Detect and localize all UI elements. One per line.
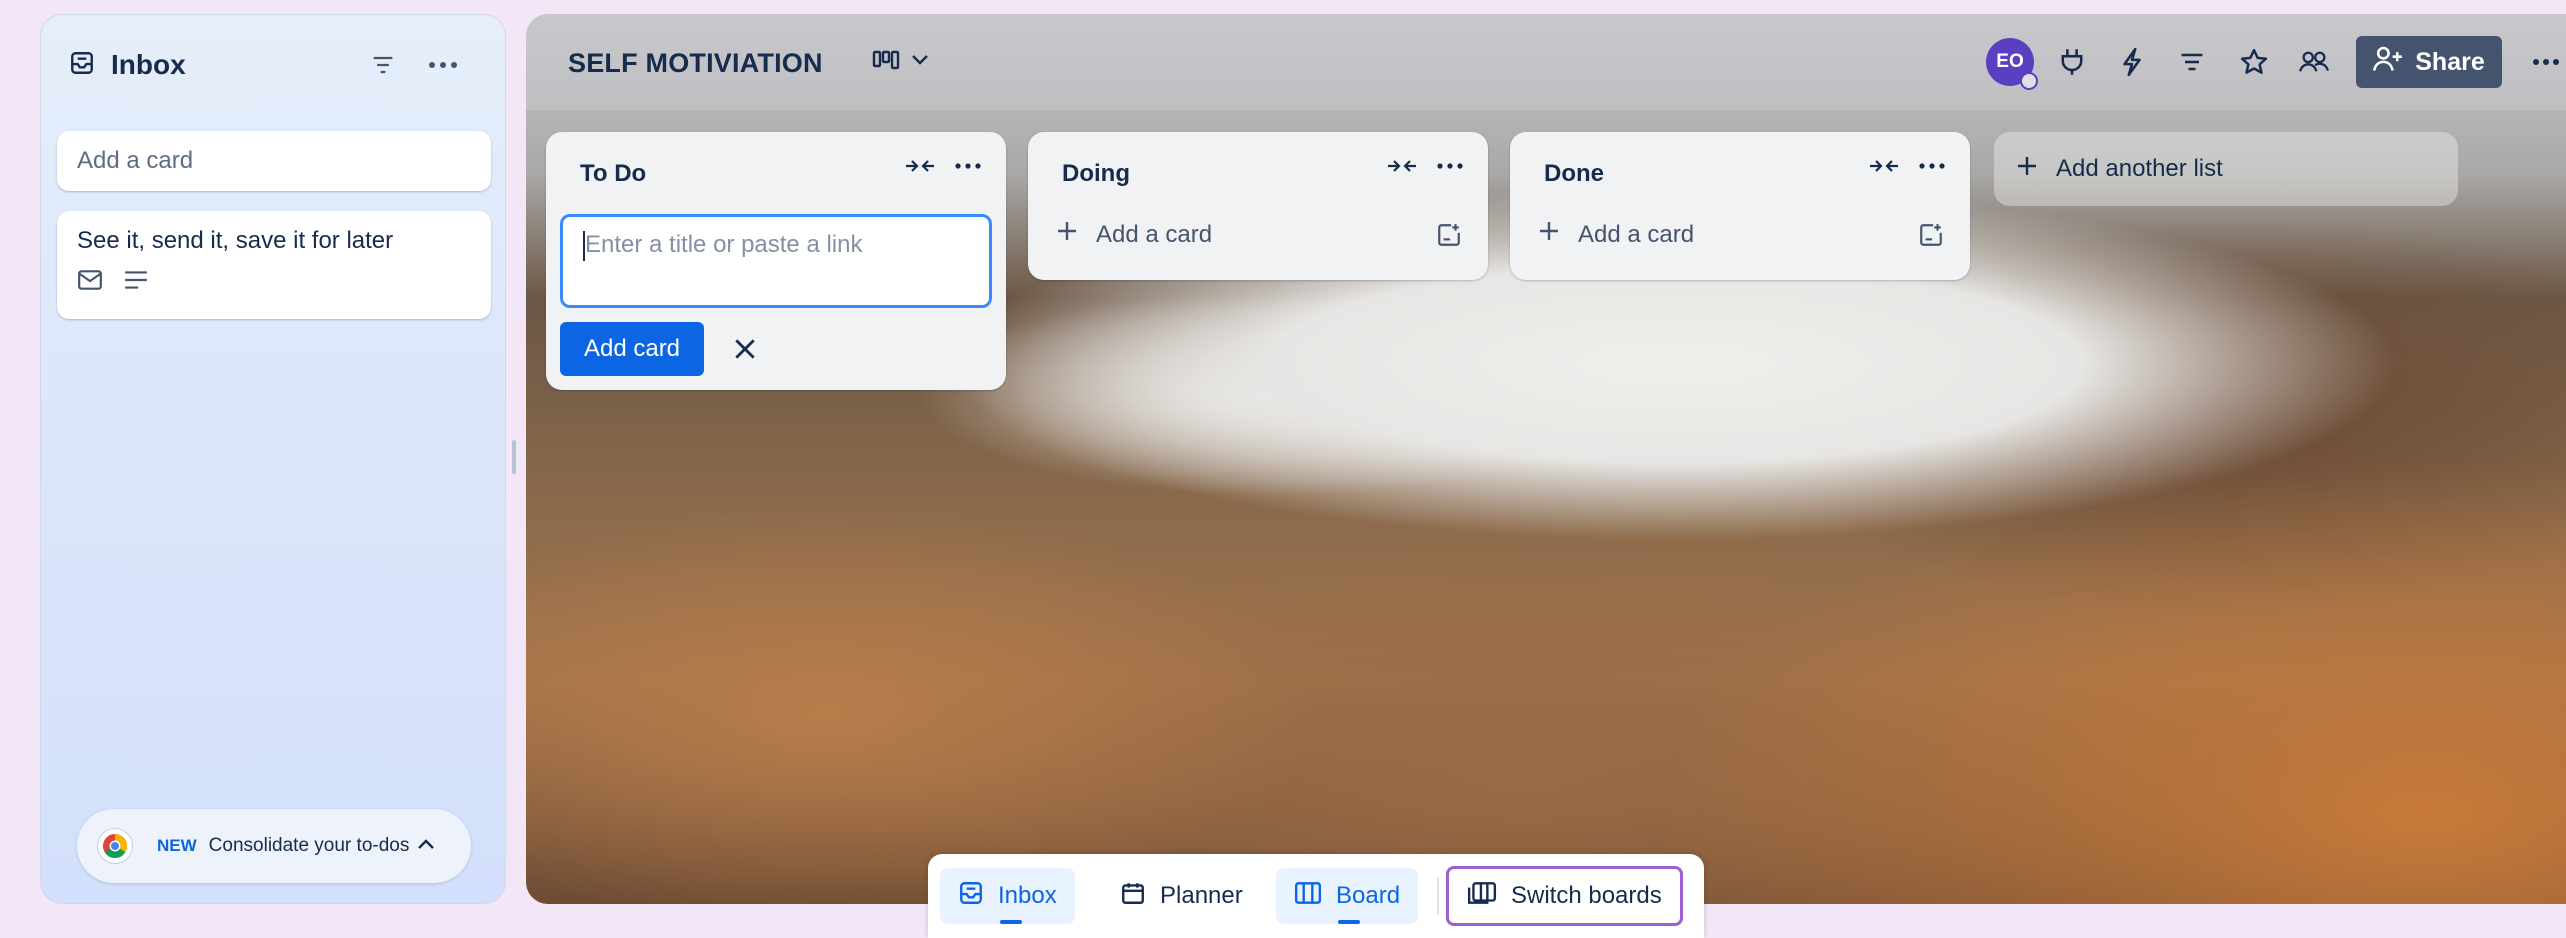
power-up-icon[interactable] (2052, 42, 2092, 82)
nav-planner-label: Planner (1160, 882, 1243, 909)
add-a-card-button[interactable]: Add a card (1538, 220, 1694, 249)
board-icon (1294, 880, 1322, 913)
member-avatar[interactable]: EO (1986, 38, 2038, 90)
collapse-list-icon[interactable] (1386, 154, 1418, 183)
filter-icon[interactable] (2172, 42, 2212, 82)
add-card-button[interactable]: Add card (560, 322, 704, 376)
more-options-icon[interactable] (423, 45, 463, 85)
chevron-down-icon (910, 53, 930, 72)
add-a-card-label: Add a card (1578, 220, 1695, 248)
inbox-icon (958, 880, 984, 913)
list-more-icon[interactable] (1436, 154, 1464, 183)
list-to-do: To Do Enter a title or paste a link Add … (546, 132, 1006, 390)
add-a-card-button[interactable]: Add a card (1056, 220, 1212, 249)
bottom-navigation: Inbox Planner Board Switch boards (928, 854, 1704, 938)
chevron-up-icon (417, 837, 435, 855)
plus-icon (2016, 155, 2038, 184)
add-another-list-button[interactable]: Add another list (1994, 132, 2458, 206)
create-from-template-icon[interactable] (1918, 222, 1944, 253)
board-title[interactable]: SELF MOTIVIATION (568, 48, 823, 79)
automation-icon[interactable] (2112, 42, 2152, 82)
board-view-icon (872, 48, 900, 77)
admin-badge-icon (2020, 72, 2038, 90)
list-actions (904, 154, 982, 183)
card-title: See it, send it, save it for later (77, 227, 394, 254)
nav-inbox-label: Inbox (998, 882, 1057, 909)
inbox-icon (69, 50, 95, 81)
active-indicator (1338, 920, 1360, 924)
nav-planner[interactable]: Planner (1102, 868, 1261, 924)
description-icon (123, 269, 149, 296)
promo-text: Consolidate your to-dos (208, 835, 410, 856)
filter-icon[interactable] (363, 45, 403, 85)
share-button[interactable]: Share (2356, 36, 2502, 88)
active-indicator (1000, 920, 1022, 924)
board-header: SELF MOTIVIATION EO Share (526, 14, 2566, 110)
share-label: Share (2415, 47, 2485, 76)
list-doing: Doing Add a card (1028, 132, 1488, 280)
nav-board[interactable]: Board (1276, 868, 1419, 924)
card-title-input[interactable]: Enter a title or paste a link (560, 214, 992, 308)
list-more-icon[interactable] (1918, 154, 1946, 183)
list-actions (1386, 154, 1464, 183)
close-icon[interactable] (726, 330, 764, 368)
card-title-placeholder: Enter a title or paste a link (585, 231, 863, 258)
list-actions (1868, 154, 1946, 183)
inbox-panel: Inbox Add a card See it, send it, save i… (40, 14, 506, 904)
inbox-title: Inbox (111, 49, 186, 80)
list-done: Done Add a card (1510, 132, 1970, 280)
calendar-icon (1120, 880, 1146, 913)
add-a-card-label: Add a card (1096, 220, 1213, 248)
more-icon[interactable] (2526, 42, 2566, 82)
nav-inbox[interactable]: Inbox (940, 868, 1075, 924)
inbox-card[interactable]: See it, send it, save it for later (57, 211, 491, 319)
collapse-list-icon[interactable] (1868, 154, 1900, 183)
chrome-icon (97, 828, 133, 864)
plus-icon (1538, 220, 1560, 249)
board-canvas: SELF MOTIVIATION EO Share To Do Enter a … (526, 14, 2566, 904)
new-badge: NEW (157, 836, 197, 855)
create-from-template-icon[interactable] (1436, 222, 1462, 253)
board-view-switcher[interactable] (872, 42, 930, 82)
card-badges (77, 269, 471, 296)
avatar-initials: EO (1996, 51, 2024, 72)
nav-switch-boards-label: Switch boards (1511, 882, 1662, 909)
add-another-list-label: Add another list (2056, 155, 2223, 182)
panel-resize-handle[interactable] (512, 440, 516, 474)
nav-divider (1437, 878, 1439, 914)
list-title[interactable]: Doing (1062, 160, 1130, 188)
nav-switch-boards[interactable]: Switch boards (1446, 866, 1683, 926)
collapse-list-icon[interactable] (904, 154, 936, 183)
list-more-icon[interactable] (954, 154, 982, 183)
list-title[interactable]: Done (1544, 160, 1604, 188)
add-member-icon (2373, 45, 2403, 80)
email-icon (77, 269, 103, 296)
star-icon[interactable] (2234, 42, 2274, 82)
nav-board-label: Board (1336, 882, 1401, 909)
plus-icon (1056, 220, 1078, 249)
members-icon[interactable] (2294, 42, 2334, 82)
inbox-add-card-input[interactable]: Add a card (57, 131, 491, 191)
switch-boards-icon (1467, 880, 1497, 913)
list-title[interactable]: To Do (580, 160, 646, 188)
consolidate-promo[interactable]: NEW Consolidate your to-dos (77, 809, 471, 883)
text-caret (583, 231, 585, 261)
